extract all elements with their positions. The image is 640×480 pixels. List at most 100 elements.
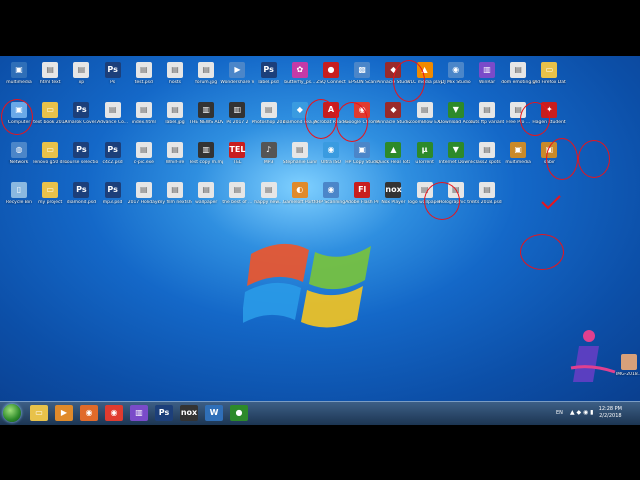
desktop-icon[interactable]: Ps label.psd: [252, 62, 286, 102]
desktop-icon[interactable]: Ps Amarok Cover3.psd: [64, 102, 98, 142]
desktop-icon[interactable]: ◆ diamond sea.png: [283, 102, 317, 142]
language-indicator[interactable]: EN: [556, 410, 563, 416]
desktop-icon-label: sabir: [543, 160, 555, 165]
desktop-icon[interactable]: ▭ my project: [33, 182, 67, 222]
desktop-icon[interactable]: ▤ dom emoting.jpg: [501, 62, 535, 102]
desktop-icon[interactable]: ◉ DJ Mix Studio: [439, 62, 473, 102]
app-icon: ▤: [167, 142, 183, 158]
desktop-icon[interactable]: ▲ Quick Heal Total Security: [376, 142, 410, 182]
app-icon: ▤: [104, 102, 121, 118]
desktop-icon[interactable]: ▤ the best of ...: [220, 182, 254, 222]
desktop-icon-label: Quick Heal Total Security: [376, 160, 410, 165]
desktop-icon-label: course selection: [64, 160, 99, 165]
desktop-icon[interactable]: ▤ html text: [33, 62, 67, 102]
desktop-icon[interactable]: ▤ Stephanie Lunita: [283, 142, 317, 182]
desktop-icon[interactable]: A Acrobat Reader: [314, 102, 348, 142]
desktop-icon[interactable]: ▭ lenovo g50 driver: [33, 142, 67, 182]
app-icon: ▤: [447, 182, 464, 198]
desktop-icon[interactable]: ▥ Ps 2017 2: [220, 102, 254, 142]
taskbar-app-button[interactable]: ◉: [105, 405, 123, 421]
desktop-icon[interactable]: ▼ Internet Downlo...: [439, 142, 473, 182]
desktop-icon[interactable]: ◍ Network: [2, 142, 36, 182]
taskbar-app-button[interactable]: ◉: [80, 405, 98, 421]
tray-icons[interactable]: ▲ ◆ ◉ ▮: [570, 409, 594, 416]
desktop-icon[interactable]: ▤ test.psd: [127, 62, 161, 102]
desktop-icon[interactable]: ▤ WhirFire: [158, 142, 192, 182]
desktop-icon-label: dom emoting.jpg: [501, 80, 535, 85]
taskbar-app-button[interactable]: Ps: [155, 405, 173, 421]
desktop-icon[interactable]: ▣ multimedia: [2, 62, 36, 102]
desktop-icon[interactable]: nox Nox Player: [376, 182, 410, 222]
desktop-icon[interactable]: ▯ Recycle Bin: [2, 182, 36, 222]
desktop-icon-photo[interactable]: IMG-2018...: [612, 354, 640, 394]
desktop-icon-label: test.psd: [134, 80, 153, 85]
desktop-icon[interactable]: Ps course selection: [64, 142, 98, 182]
desktop-icon[interactable]: ▤ Free Pro ...: [501, 102, 535, 142]
desktop-icon[interactable]: ✦ Hagen student...: [532, 102, 566, 142]
desktop-icon[interactable]: Ps diamond.psd: [64, 182, 98, 222]
app-icon: ▤: [416, 182, 433, 198]
desktop-icon[interactable]: ◆ Pinnacle Studio 16: [376, 102, 410, 142]
desktop-icon[interactable]: ▶ Wondershare Video Edition: [220, 62, 254, 102]
desktop-icon[interactable]: ♪ MP3: [252, 142, 286, 182]
taskbar-app-button[interactable]: nox: [180, 405, 198, 421]
desktop-icon[interactable]: ◉ Google Chrome: [345, 102, 379, 142]
desktop-icon[interactable]: ◉ Ultra ISO: [314, 142, 348, 182]
desktop-icon[interactable]: ▤ class2 spots: [470, 142, 504, 182]
desktop[interactable]: ▣ multimedia ▤ html text ▤ xp Ps Ps ▤ test.psd ▤ ho…: [0, 56, 640, 401]
desktop-icon[interactable]: ▤ Holographic tree man: [439, 182, 473, 222]
desktop-icon[interactable]: ▣ Computer: [2, 102, 36, 142]
desktop-icon[interactable]: ▭ text book 2017: [33, 102, 67, 142]
desktop-icon[interactable]: ▤ my film nextshot: [158, 182, 192, 222]
taskbar-app-button[interactable]: ▭: [30, 405, 48, 421]
desktop-icon[interactable]: Ps c4c2.psd: [96, 142, 130, 182]
desktop-icon[interactable]: ▤ xp: [64, 62, 98, 102]
desktop-icon-label: my film nextshot: [158, 200, 192, 205]
desktop-icon[interactable]: ▤ wallpaper: [189, 182, 223, 222]
clock[interactable]: 12:28 PM 2/2/2018: [599, 406, 622, 420]
desktop-icon[interactable]: ▤ nts 2018.psd: [470, 182, 504, 222]
app-icon: ✦: [541, 102, 558, 118]
desktop-icon[interactable]: Ps Ps: [96, 62, 130, 102]
desktop-icon[interactable]: ▤ c-pic.exe: [127, 142, 161, 182]
desktop-icon[interactable]: ◉ HP Scanning: [314, 182, 348, 222]
desktop-icon[interactable]: ▤ cuts ftp variant.docx: [470, 102, 504, 142]
desktop-icon[interactable]: ▩ EPSON Scan: [345, 62, 379, 102]
desktop-icon[interactable]: ▤ label.jpg: [158, 102, 192, 142]
desktop-icon[interactable]: Ps mp3.psd: [96, 182, 130, 222]
desktop-icon[interactable]: ▤ Photoshop 2017 E...: [252, 102, 286, 142]
taskbar-app-button[interactable]: ▶: [55, 405, 73, 421]
desktop-icon[interactable]: ▣ multimedia: [501, 142, 535, 182]
desktop-icon[interactable]: ◆ Pinnacle Studio 12: [376, 62, 410, 102]
desktop-icon[interactable]: ▣ HP Copy Studio: [345, 142, 379, 182]
desktop-icon[interactable]: ▤ 2017 Holidays: [127, 182, 161, 222]
desktop-icon[interactable]: ✿ butterfly_ps...: [283, 62, 317, 102]
desktop-icon[interactable]: ▲ VLC media player: [408, 62, 442, 102]
taskbar-app-button[interactable]: ▥: [130, 405, 148, 421]
desktop-icon[interactable]: ▥ THE NEWS ADV.jpg: [189, 102, 223, 142]
app-icon: ▤: [510, 62, 527, 78]
start-button[interactable]: [3, 404, 21, 422]
desktop-icon[interactable]: ▤ Advance Co...: [96, 102, 130, 142]
desktop-icon[interactable]: Fl Adobe Flash Professional: [345, 182, 379, 222]
desktop-icon[interactable]: ▣ sabir: [532, 142, 566, 182]
taskbar-app-button[interactable]: W: [205, 405, 223, 421]
desktop-icon[interactable]: ▼ Download Accelerator: [439, 102, 473, 142]
desktop-icon[interactable]: ▤ ZoomBlow EX: [408, 102, 442, 142]
app-icon: ▥: [198, 102, 215, 118]
desktop-icon[interactable]: ● ZSQ Connect: [314, 62, 348, 102]
desktop-icon[interactable]: ▤ logo wallpaper: [408, 182, 442, 222]
desktop-icon[interactable]: ▤ hosts: [158, 62, 192, 102]
desktop-icon[interactable]: ▥ Test copy m.mp4: [189, 142, 223, 182]
app-icon: ▤: [167, 182, 183, 198]
desktop-icon[interactable]: ▤ index.html: [127, 102, 161, 142]
desktop-icon[interactable]: TEL TEL: [220, 142, 254, 182]
desktop-icon[interactable]: ◐ Gameloft Portfolio: [283, 182, 317, 222]
desktop-icon[interactable]: ▤ happy new...: [252, 182, 286, 222]
desktop-icon[interactable]: ▥ WinRar: [470, 62, 504, 102]
desktop-icon-label: 2017 Holidays: [127, 200, 160, 205]
desktop-icon[interactable]: μ uTorrent: [408, 142, 442, 182]
desktop-icon[interactable]: ▭ Old Firefox Data: [532, 62, 566, 102]
desktop-icon[interactable]: ▤ forum.jpg: [189, 62, 223, 102]
taskbar-app-button[interactable]: ●: [230, 405, 248, 421]
